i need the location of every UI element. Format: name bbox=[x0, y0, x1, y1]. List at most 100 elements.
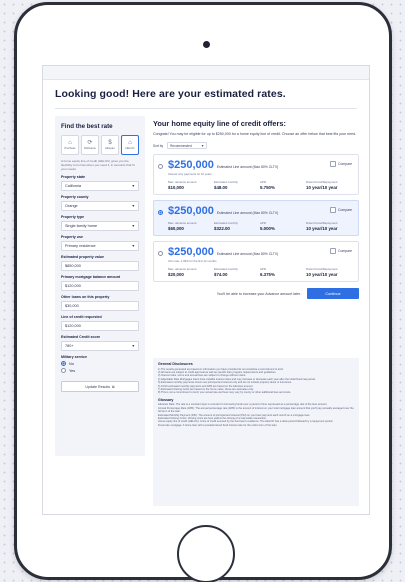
compare-checkbox[interactable] bbox=[330, 248, 337, 255]
stat-label: Draw Period/Repayment bbox=[306, 180, 338, 185]
stat-value: 10 year/10 year bbox=[306, 185, 338, 191]
stat-value: $20,000 bbox=[168, 272, 184, 278]
other-loans-text: $30,000 bbox=[65, 304, 79, 309]
stat-advance: Max. advance amount $10,000 bbox=[168, 180, 214, 190]
credit-requested-input[interactable]: $120,000 bbox=[61, 321, 139, 332]
loan-type-heloc[interactable]: ⌂ HELOC bbox=[121, 135, 139, 155]
house-dollar-icon: $ bbox=[108, 140, 112, 146]
military-option-yes[interactable]: Yes bbox=[61, 368, 139, 374]
continue-button[interactable]: Continue bbox=[307, 288, 359, 300]
offer-note: Interest only payments for 10 years bbox=[168, 172, 212, 177]
offer-card[interactable]: $250,000 Estimated Line amount (Max 80% … bbox=[153, 241, 359, 283]
offer-amount-desc: Estimated Line amount (Max 80% CLTV) bbox=[216, 165, 279, 170]
stat-label: Estimated monthly bbox=[214, 267, 238, 272]
property-type-label: Property type bbox=[61, 215, 85, 220]
stat-label: Max. advance amount bbox=[168, 180, 197, 185]
offer-card-selected[interactable]: $250,000 Estimated Line amount (Max 80% … bbox=[153, 200, 359, 237]
general-disclosures-title: General Disclosures bbox=[158, 362, 193, 366]
property-type-select[interactable]: Single family home ▼ bbox=[61, 221, 139, 232]
stat-value: $10,000 bbox=[168, 185, 184, 191]
property-state-select[interactable]: California ▼ bbox=[61, 181, 139, 192]
update-results-button[interactable]: Update Results ⧉ bbox=[61, 381, 139, 393]
property-state-label: Property state bbox=[61, 175, 86, 180]
page-title: Looking good! Here are your estimated ra… bbox=[55, 88, 286, 100]
chevron-down-icon: ▼ bbox=[131, 344, 135, 349]
credit-score-value: 780+ bbox=[65, 344, 74, 349]
home-button[interactable] bbox=[177, 525, 235, 582]
loan-type-heloan[interactable]: $ HELpan bbox=[101, 135, 119, 155]
chevron-down-icon: ▼ bbox=[131, 204, 135, 209]
compare-checkbox[interactable] bbox=[330, 161, 337, 168]
radio-checked-icon[interactable] bbox=[61, 361, 66, 367]
property-county-select[interactable]: Orange ▼ bbox=[61, 201, 139, 212]
mortgage-balance-label: Primary mortgage balance amount bbox=[61, 275, 121, 280]
stat-value: $60,000 bbox=[168, 226, 184, 232]
stat-label: Max. advance amount bbox=[168, 221, 197, 226]
stat-value: 10 year/10 year bbox=[306, 272, 338, 278]
app-screen: Looking good! Here are your estimated ra… bbox=[42, 65, 370, 515]
compare-toggle[interactable]: Compare bbox=[330, 161, 352, 168]
tablet-frame: Looking good! Here are your estimated ra… bbox=[14, 2, 392, 582]
compare-toggle[interactable]: Compare bbox=[330, 248, 352, 255]
offer-header: $250,000 Estimated Line amount (Max 80% … bbox=[168, 205, 352, 217]
glossary-line: Annual Percentage Rate (APR): The annual… bbox=[158, 406, 354, 414]
property-use-select[interactable]: Primary residence ▼ bbox=[61, 241, 139, 252]
stat-label: Estimated monthly bbox=[214, 180, 238, 185]
glossary-title: Glossary bbox=[158, 397, 174, 402]
sort-select[interactable]: Recommended ▼ bbox=[167, 142, 208, 150]
property-value-input[interactable]: $850,000 bbox=[61, 261, 139, 272]
stat-value: $48.00 bbox=[214, 185, 228, 191]
disclosures-panel: General Disclosures 1) The results gener… bbox=[153, 358, 359, 506]
property-state-value: California bbox=[65, 184, 82, 189]
military-option-label: Yes bbox=[69, 368, 76, 373]
credit-requested-label: Line of credit requested bbox=[61, 315, 102, 320]
heloc-description: A home equity line of credit (HELOC) giv… bbox=[61, 159, 135, 172]
property-use-label: Property use bbox=[61, 235, 83, 240]
mortgage-balance-input[interactable]: $120,000 bbox=[61, 281, 139, 292]
stat-draw: Draw Period/Repayment 10 year/10 year bbox=[306, 267, 352, 277]
offer-radio[interactable] bbox=[158, 164, 163, 170]
stat-label: APR bbox=[260, 180, 266, 185]
compare-label: Compare bbox=[338, 249, 352, 254]
stat-advance: Max. advance amount $60,000 bbox=[168, 221, 214, 231]
loan-type-refinance[interactable]: ⟳ Refinance bbox=[81, 135, 99, 155]
property-type-value: Single family home bbox=[65, 224, 98, 229]
offers-title: Your home equity line of credit offers: bbox=[153, 119, 286, 128]
radio-unchecked-icon[interactable] bbox=[61, 368, 66, 374]
glossary-line: Fixed-rate mortgage: A home loan with a … bbox=[158, 423, 278, 427]
offer-radio[interactable] bbox=[158, 210, 163, 216]
chevron-down-icon: ▼ bbox=[131, 224, 135, 229]
compare-checkbox[interactable] bbox=[330, 207, 337, 214]
loan-type-purchase[interactable]: ⌂ Purchase bbox=[61, 135, 79, 155]
offers-subtitle: Congrats! You may be eligible for up to … bbox=[153, 132, 357, 136]
house-icon: ⌂ bbox=[68, 140, 72, 146]
mortgage-balance-text: $120,000 bbox=[65, 284, 81, 289]
refresh-house-icon: ⟳ bbox=[87, 140, 93, 146]
chevron-down-icon: ▼ bbox=[131, 184, 135, 189]
military-option-no[interactable]: No bbox=[61, 361, 139, 367]
offer-amount-desc: Estimated Line amount (Max 80% CLTV) bbox=[216, 211, 279, 216]
stat-apr: APR 5.000% bbox=[260, 221, 306, 231]
stat-label: Estimated monthly bbox=[214, 221, 238, 226]
stat-apr: APR 6.375% bbox=[260, 267, 306, 277]
other-loans-label: Other loans on this property bbox=[61, 295, 110, 300]
continue-row: You'll be able to increase your Advance … bbox=[153, 288, 359, 300]
stat-monthly: Estimated monthly $74.00 bbox=[214, 267, 260, 277]
stat-label: Draw Period/Repayment bbox=[306, 221, 338, 226]
offer-stats: Max. advance amount $20,000 Estimated mo… bbox=[168, 267, 352, 277]
compare-label: Compare bbox=[338, 208, 352, 213]
offer-amount: $250,000 bbox=[168, 246, 214, 259]
credit-requested-text: $120,000 bbox=[65, 324, 81, 329]
offer-header: $250,000 Estimated Line amount (Max 80% … bbox=[168, 246, 352, 258]
compare-toggle[interactable]: Compare bbox=[330, 207, 352, 214]
offer-card[interactable]: $250,000 Estimated Line amount (Max 80% … bbox=[153, 154, 359, 196]
offer-amount-desc: Estimated Line amount (Max 80% CLTV) bbox=[216, 252, 279, 257]
stat-label: APR bbox=[260, 267, 266, 272]
property-county-value: Orange bbox=[65, 204, 78, 209]
other-loans-input[interactable]: $30,000 bbox=[61, 301, 139, 312]
credit-score-select[interactable]: 780+ ▼ bbox=[61, 341, 139, 352]
update-results-label: Update Results bbox=[85, 384, 110, 389]
offer-radio[interactable] bbox=[158, 251, 163, 257]
offer-header: $250,000 Estimated Line amount (Max 80% … bbox=[168, 159, 352, 171]
title-divider bbox=[55, 108, 357, 109]
